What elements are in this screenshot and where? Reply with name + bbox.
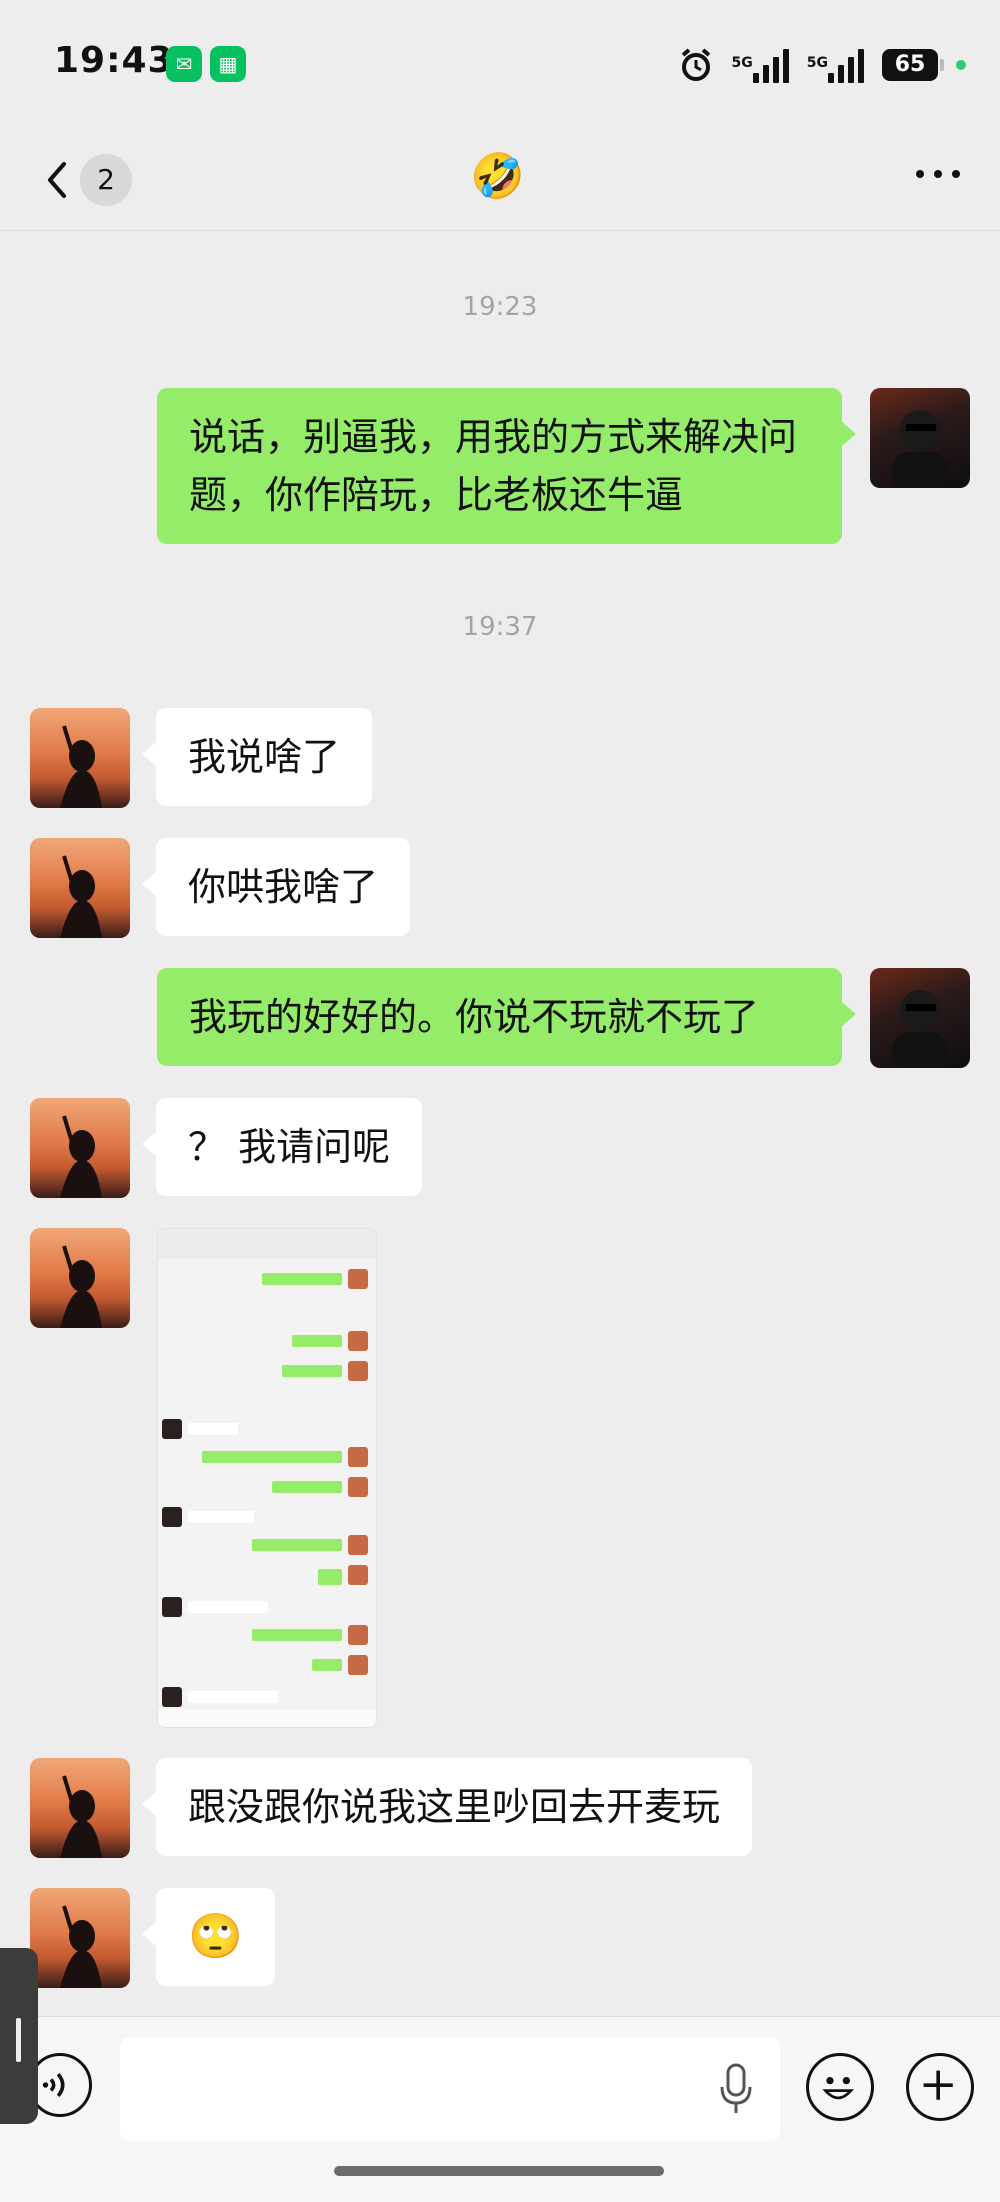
message-input[interactable] bbox=[120, 2037, 780, 2141]
message-bubble-outgoing[interactable]: 我玩的好好的。你说不玩就不玩了 bbox=[157, 968, 856, 1066]
chat-title: 🤣 bbox=[470, 151, 525, 202]
alarm-icon bbox=[681, 48, 710, 81]
image-message-screenshot[interactable] bbox=[157, 1228, 377, 1728]
contact-avatar[interactable] bbox=[30, 1098, 130, 1198]
wechat-icon: ✉ bbox=[166, 46, 202, 82]
signal-1-icon bbox=[752, 47, 789, 83]
more-icon[interactable] bbox=[916, 170, 960, 178]
microphone-icon[interactable] bbox=[716, 2061, 756, 2117]
unread-count-badge[interactable]: 2 bbox=[80, 154, 132, 206]
status-indicators: 5G 5G 65 bbox=[678, 40, 966, 90]
side-drawer-handle[interactable] bbox=[0, 1948, 38, 2124]
status-time: 19:43 bbox=[54, 40, 174, 81]
timestamp: 19:23 bbox=[462, 292, 538, 322]
contact-avatar[interactable] bbox=[30, 1228, 130, 1328]
contact-avatar[interactable] bbox=[30, 1758, 130, 1858]
message-bubble-incoming[interactable]: 🙄 bbox=[142, 1888, 275, 1986]
contact-avatar[interactable] bbox=[30, 708, 130, 808]
person-silhouette-icon bbox=[892, 990, 948, 1068]
silhouette-icon bbox=[60, 1775, 102, 1858]
home-indicator[interactable] bbox=[334, 2166, 664, 2176]
emoji-icon[interactable] bbox=[806, 2053, 874, 2121]
chat-header: 2 🤣 bbox=[0, 130, 1000, 231]
contact-avatar[interactable] bbox=[30, 1888, 130, 1988]
privacy-dot bbox=[956, 60, 966, 70]
message-bubble-incoming[interactable]: 我说啥了 bbox=[141, 708, 373, 806]
signal-2-label: 5G bbox=[806, 55, 828, 71]
message-bubble-outgoing[interactable]: 说话，别逼我，用我的方式来解决问题，你作陪玩，比老板还牛逼 bbox=[157, 388, 856, 544]
signal-1-label: 5G bbox=[731, 55, 753, 71]
silhouette-icon bbox=[60, 725, 102, 808]
silhouette-icon bbox=[60, 1245, 102, 1328]
my-avatar[interactable] bbox=[870, 968, 970, 1068]
silhouette-icon bbox=[60, 855, 102, 938]
message-bubble-incoming[interactable]: 你哄我啥了 bbox=[141, 838, 411, 936]
app-icon: ▦ bbox=[210, 46, 246, 82]
silhouette-icon bbox=[60, 1905, 102, 1988]
silhouette-icon bbox=[60, 1115, 102, 1198]
battery-indicator: 65 bbox=[882, 49, 944, 81]
add-icon[interactable] bbox=[906, 2053, 974, 2121]
timestamp: 19:37 bbox=[462, 612, 538, 642]
my-avatar[interactable] bbox=[870, 388, 970, 488]
person-silhouette-icon bbox=[892, 410, 948, 488]
message-bubble-incoming[interactable]: ？ 我请问呢 bbox=[141, 1098, 423, 1196]
status-bar: 19:43 ✉ ▦ 5G 5G 65 bbox=[0, 0, 1000, 130]
contact-avatar[interactable] bbox=[30, 838, 130, 938]
signal-2-icon bbox=[828, 47, 864, 83]
message-bubble-incoming[interactable]: 跟没跟你说我这里吵回去开麦玩 bbox=[141, 1758, 753, 1856]
